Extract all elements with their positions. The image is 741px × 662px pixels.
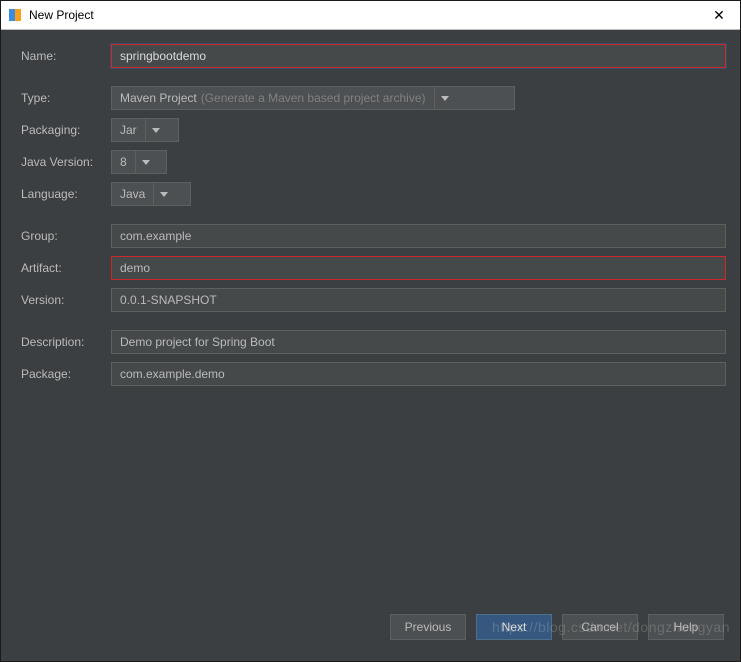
chevron-down-icon	[441, 96, 449, 101]
artifact-label: Artifact:	[21, 261, 111, 275]
type-value: Maven Project	[120, 91, 197, 105]
packaging-label: Packaging:	[21, 123, 111, 137]
type-label: Type:	[21, 91, 111, 105]
chevron-down-icon	[152, 128, 160, 133]
name-input[interactable]: springbootdemo	[111, 44, 726, 68]
packaging-dropdown-button[interactable]	[145, 119, 166, 141]
chevron-down-icon	[160, 192, 168, 197]
previous-button[interactable]: Previous	[390, 614, 466, 640]
type-hint: (Generate a Maven based project archive)	[201, 91, 426, 105]
version-input[interactable]: 0.0.1-SNAPSHOT	[111, 288, 726, 312]
packaging-value: Jar	[120, 123, 137, 137]
description-input[interactable]: Demo project for Spring Boot	[111, 330, 726, 354]
next-label: Next	[502, 620, 527, 634]
dialog-window: New Project ✕ Name: springbootdemo Type:…	[0, 0, 741, 662]
version-label: Version:	[21, 293, 111, 307]
java-version-label: Java Version:	[21, 155, 111, 169]
name-value: springbootdemo	[120, 44, 206, 68]
row-package: Package: com.example.demo	[21, 362, 726, 386]
package-value: com.example.demo	[120, 362, 225, 386]
group-input[interactable]: com.example	[111, 224, 726, 248]
language-label: Language:	[21, 187, 111, 201]
dialog-title: New Project	[29, 8, 704, 22]
description-label: Description:	[21, 335, 111, 349]
group-label: Group:	[21, 229, 111, 243]
description-value: Demo project for Spring Boot	[120, 330, 275, 354]
packaging-select[interactable]: Jar	[111, 118, 179, 142]
row-artifact: Artifact: demo	[21, 256, 726, 280]
cancel-button[interactable]: Cancel	[562, 614, 638, 640]
help-button[interactable]: Help	[648, 614, 724, 640]
group-value: com.example	[120, 224, 191, 248]
intellij-logo-icon	[7, 7, 23, 23]
package-label: Package:	[21, 367, 111, 381]
dialog-body: Name: springbootdemo Type: Maven Project…	[1, 30, 740, 602]
close-icon: ✕	[713, 7, 725, 24]
language-dropdown-button[interactable]	[153, 183, 174, 205]
row-java-version: Java Version: 8	[21, 150, 726, 174]
row-language: Language: Java	[21, 182, 726, 206]
name-label: Name:	[21, 49, 111, 63]
java-version-dropdown-button[interactable]	[135, 151, 156, 173]
artifact-value: demo	[120, 256, 150, 280]
artifact-input[interactable]: demo	[111, 256, 726, 280]
java-version-select[interactable]: 8	[111, 150, 167, 174]
language-select[interactable]: Java	[111, 182, 191, 206]
row-version: Version: 0.0.1-SNAPSHOT	[21, 288, 726, 312]
version-value: 0.0.1-SNAPSHOT	[120, 288, 217, 312]
package-input[interactable]: com.example.demo	[111, 362, 726, 386]
chevron-down-icon	[142, 160, 150, 165]
close-button[interactable]: ✕	[704, 1, 734, 29]
title-bar: New Project ✕	[1, 1, 740, 30]
type-select[interactable]: Maven Project (Generate a Maven based pr…	[111, 86, 515, 110]
cancel-label: Cancel	[581, 620, 618, 634]
row-name: Name: springbootdemo	[21, 44, 726, 68]
java-version-value: 8	[120, 155, 127, 169]
previous-label: Previous	[405, 620, 452, 634]
button-bar: Previous Next Cancel Help	[1, 602, 740, 661]
language-value: Java	[120, 187, 145, 201]
row-type: Type: Maven Project (Generate a Maven ba…	[21, 86, 726, 110]
next-button[interactable]: Next	[476, 614, 552, 640]
row-group: Group: com.example	[21, 224, 726, 248]
help-label: Help	[674, 620, 699, 634]
row-packaging: Packaging: Jar	[21, 118, 726, 142]
row-description: Description: Demo project for Spring Boo…	[21, 330, 726, 354]
type-dropdown-button[interactable]	[434, 87, 455, 109]
